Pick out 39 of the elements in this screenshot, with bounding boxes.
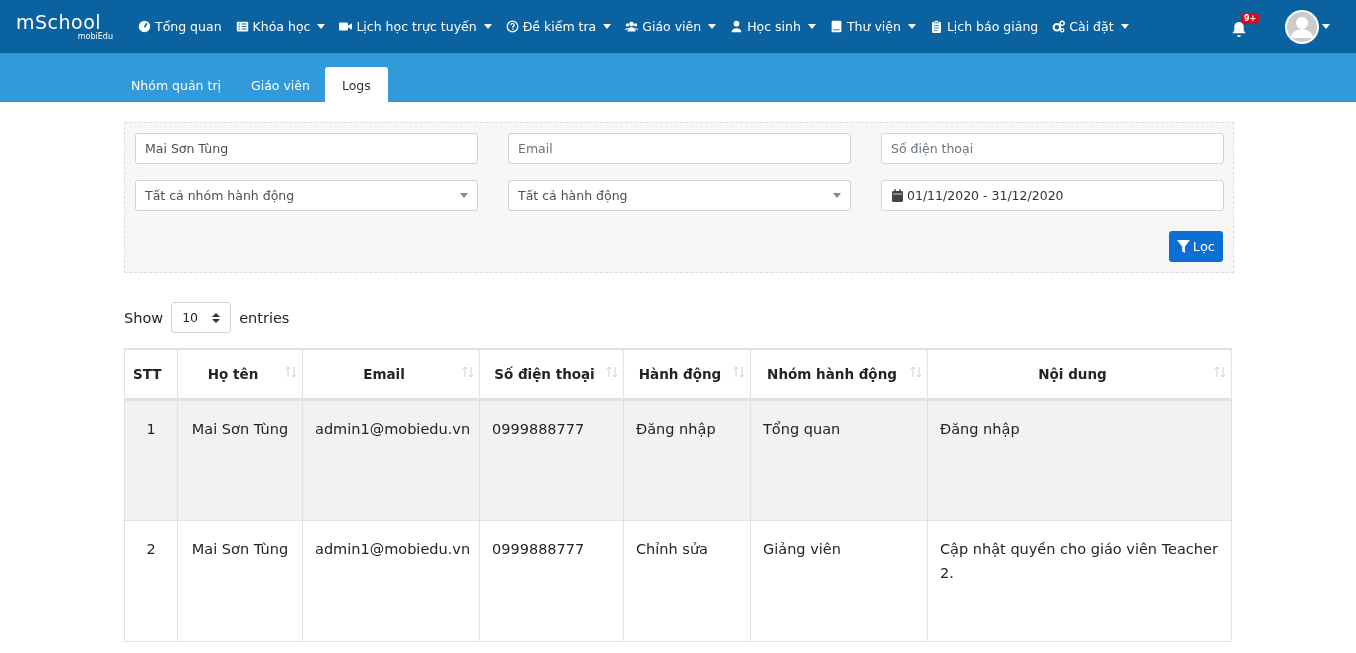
name-field[interactable]: Mai Sơn Tùng	[135, 133, 478, 164]
table-cell: Đăng nhập	[927, 399, 1232, 521]
action-group-select[interactable]: Tất cả nhóm hành động	[135, 180, 478, 211]
table-cell: Chỉnh sửa	[623, 520, 751, 642]
table-cell: 0999888777	[479, 399, 624, 521]
nav-link[interactable]: Giáo viên	[618, 19, 724, 34]
table-cell: Đăng nhập	[623, 399, 751, 521]
nav-link[interactable]: Lịch học trực tuyến	[332, 19, 499, 34]
nav-link[interactable]: Học sinh	[723, 19, 823, 34]
notification-button[interactable]: 9+	[1231, 13, 1265, 40]
table-cell: Cập nhật quyền cho giáo viên Teacher 2.	[927, 520, 1232, 642]
nav-link[interactable]: Đề kiểm tra	[498, 19, 619, 34]
notification-badge: 9+	[1241, 13, 1260, 24]
filter-button[interactable]: Lọc	[1168, 231, 1223, 262]
show-label: Show	[124, 309, 164, 326]
table-cell: admin1@mobiedu.vn	[302, 520, 480, 642]
tab[interactable]: Logs	[324, 67, 388, 102]
nav-link[interactable]: Khóa học	[228, 19, 333, 34]
table-cell: Tổng quan	[750, 399, 928, 521]
email-field[interactable]: Email	[508, 133, 851, 164]
logo[interactable]: mSchool mobiEdu	[16, 12, 121, 41]
table-cell: 0999888777	[479, 520, 624, 642]
entries-select[interactable]: 10	[171, 302, 232, 333]
action-select[interactable]: Tất cả hành động	[508, 180, 851, 211]
entries-label: entries	[239, 309, 290, 326]
table-cell: 1	[124, 399, 178, 521]
nav-link[interactable]: Lịch báo giảng	[922, 19, 1046, 34]
date-range-field[interactable]: 01/11/2020 - 31/12/2020	[881, 180, 1224, 211]
table-cell: 2	[124, 520, 178, 642]
table-cell: Giảng viên	[750, 520, 928, 642]
table-cell: Mai Sơn Tùng	[177, 520, 303, 642]
nav-link[interactable]: Cài đặt	[1045, 19, 1136, 34]
nav-link[interactable]: Tổng quan	[131, 19, 229, 34]
table-cell: Mai Sơn Tùng	[177, 399, 303, 521]
table-row[interactable]: 1 Mai Sơn Tùng admin1@mobiedu.vn 0999888777 Đăng nhập Tổng quan Đăng nhập	[124, 399, 1232, 521]
phone-field[interactable]: Số điện thoại	[881, 133, 1224, 164]
table-row[interactable]: 2 Mai Sơn Tùng admin1@mobiedu.vn 0999888777 Chỉnh sửa Giảng viên Cập nhật quyền cho giáo viên Teacher 2.	[124, 520, 1232, 642]
table-cell: admin1@mobiedu.vn	[302, 399, 480, 521]
nav-link[interactable]: Thư viện	[822, 19, 923, 34]
